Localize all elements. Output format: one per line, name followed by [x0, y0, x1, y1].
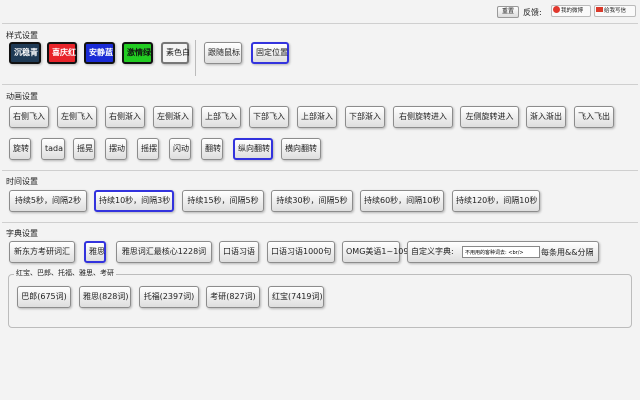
divider	[2, 84, 638, 85]
anim-bottom-fade-in[interactable]: 下部渐入	[345, 106, 385, 128]
dict-custom-label: 自定义字典:	[411, 247, 454, 256]
anim-left-fade-in[interactable]: 左侧渐入	[153, 106, 193, 128]
reset-button[interactable]: 重置	[497, 6, 519, 18]
divider	[2, 222, 638, 223]
anim-fade-in-out[interactable]: 渐入渐出	[526, 106, 566, 128]
time-option-10s[interactable]: 持续10秒，间隔3秒	[94, 190, 174, 212]
time-option-5s[interactable]: 持续5秒，间隔2秒	[9, 190, 87, 212]
dict-group-kaoyan[interactable]: 考研(827词)	[206, 286, 260, 308]
divider	[2, 170, 638, 171]
vertical-separator	[195, 40, 196, 76]
color-option-jiqinglv[interactable]: 激情绿	[122, 42, 153, 64]
weibo-icon	[553, 6, 560, 13]
anim-top-fade-in[interactable]: 上部渐入	[297, 106, 337, 128]
color-option-susebai[interactable]: 素色白	[161, 42, 190, 64]
time-option-30s[interactable]: 持续30秒，间隔5秒	[271, 190, 353, 212]
top-bar: 重置 反馈: 我的微博 给我写信	[0, 0, 640, 20]
anim-swing[interactable]: 摆动	[105, 138, 127, 160]
dict-option-ielts-core[interactable]: 雅思词汇最核心1228词	[116, 241, 212, 263]
weibo-button[interactable]: 我的微博	[551, 5, 591, 17]
anim-bottom-fly-in[interactable]: 下部飞入	[249, 106, 289, 128]
anim-right-fly-in[interactable]: 右侧飞入	[9, 106, 49, 128]
color-option-chenwenqing[interactable]: 沉稳青	[9, 42, 41, 64]
time-option-60s[interactable]: 持续60秒，间隔10秒	[360, 190, 444, 212]
animation-section-title: 动画设置	[6, 92, 38, 101]
color-option-xiqinghong[interactable]: 喜庆红	[47, 42, 77, 64]
report-button[interactable]: 给我写信	[594, 5, 636, 17]
anim-right-fade-in[interactable]: 右侧渐入	[105, 106, 145, 128]
color-option-anjinglan[interactable]: 安静蓝	[84, 42, 115, 64]
dict-group-ielts[interactable]: 雅思(828词)	[79, 286, 131, 308]
dict-custom-suffix: 每条用&&分隔	[541, 248, 594, 257]
time-option-15s[interactable]: 持续15秒，间隔5秒	[182, 190, 264, 212]
dict-group-balang[interactable]: 巴郎(675词)	[17, 286, 71, 308]
position-fixed-button[interactable]: 固定位置	[251, 42, 289, 64]
time-option-120s[interactable]: 持续120秒，间隔10秒	[452, 190, 540, 212]
anim-left-fly-in[interactable]: 左侧飞入	[57, 106, 97, 128]
dict-custom-input[interactable]	[462, 246, 540, 258]
anim-shake[interactable]: 摇晃	[73, 138, 95, 160]
anim-flip[interactable]: 翻转	[201, 138, 223, 160]
anim-right-rotate-in[interactable]: 右侧旋转进入	[393, 106, 453, 128]
weibo-label: 我的微博	[561, 8, 584, 14]
anim-fly-in-out[interactable]: 飞入飞出	[574, 106, 614, 128]
anim-rotate[interactable]: 旋转	[9, 138, 31, 160]
dict-group-hongbao[interactable]: 红宝(7419词)	[268, 286, 324, 308]
dict-option-xdf-kaoyan[interactable]: 新东方考研词汇	[9, 241, 75, 263]
dict-option-oral-idioms[interactable]: 口语习语	[219, 241, 259, 263]
dict-group-toefl[interactable]: 托福(2397词)	[139, 286, 199, 308]
anim-top-fly-in[interactable]: 上部飞入	[201, 106, 241, 128]
anim-flip-horizontal[interactable]: 横向翻转	[281, 138, 321, 160]
mail-icon	[596, 7, 603, 12]
time-section-title: 时间设置	[6, 177, 38, 186]
position-follow-mouse-button[interactable]: 跟随鼠标	[204, 42, 242, 64]
dict-section-title: 字典设置	[6, 229, 38, 238]
anim-tada[interactable]: tada	[41, 138, 65, 160]
dict-option-oral-1000[interactable]: 口语习语1000句	[267, 241, 335, 263]
feedback-label: 反馈:	[523, 8, 542, 17]
divider	[2, 23, 638, 24]
report-label: 给我写信	[604, 8, 627, 14]
style-section-title: 样式设置	[6, 31, 38, 40]
anim-left-rotate-in[interactable]: 左侧旋转进入	[460, 106, 519, 128]
anim-wobble[interactable]: 摇摆	[137, 138, 159, 160]
dict-option-ielts[interactable]: 雅思	[84, 241, 106, 263]
anim-flash[interactable]: 闪动	[169, 138, 191, 160]
dict-group-legend: 红宝、巴郎、托福、雅思、考研	[14, 268, 116, 278]
anim-flip-vertical[interactable]: 纵向翻转	[233, 138, 273, 160]
dict-option-omg[interactable]: OMG美语1~109	[342, 241, 408, 263]
